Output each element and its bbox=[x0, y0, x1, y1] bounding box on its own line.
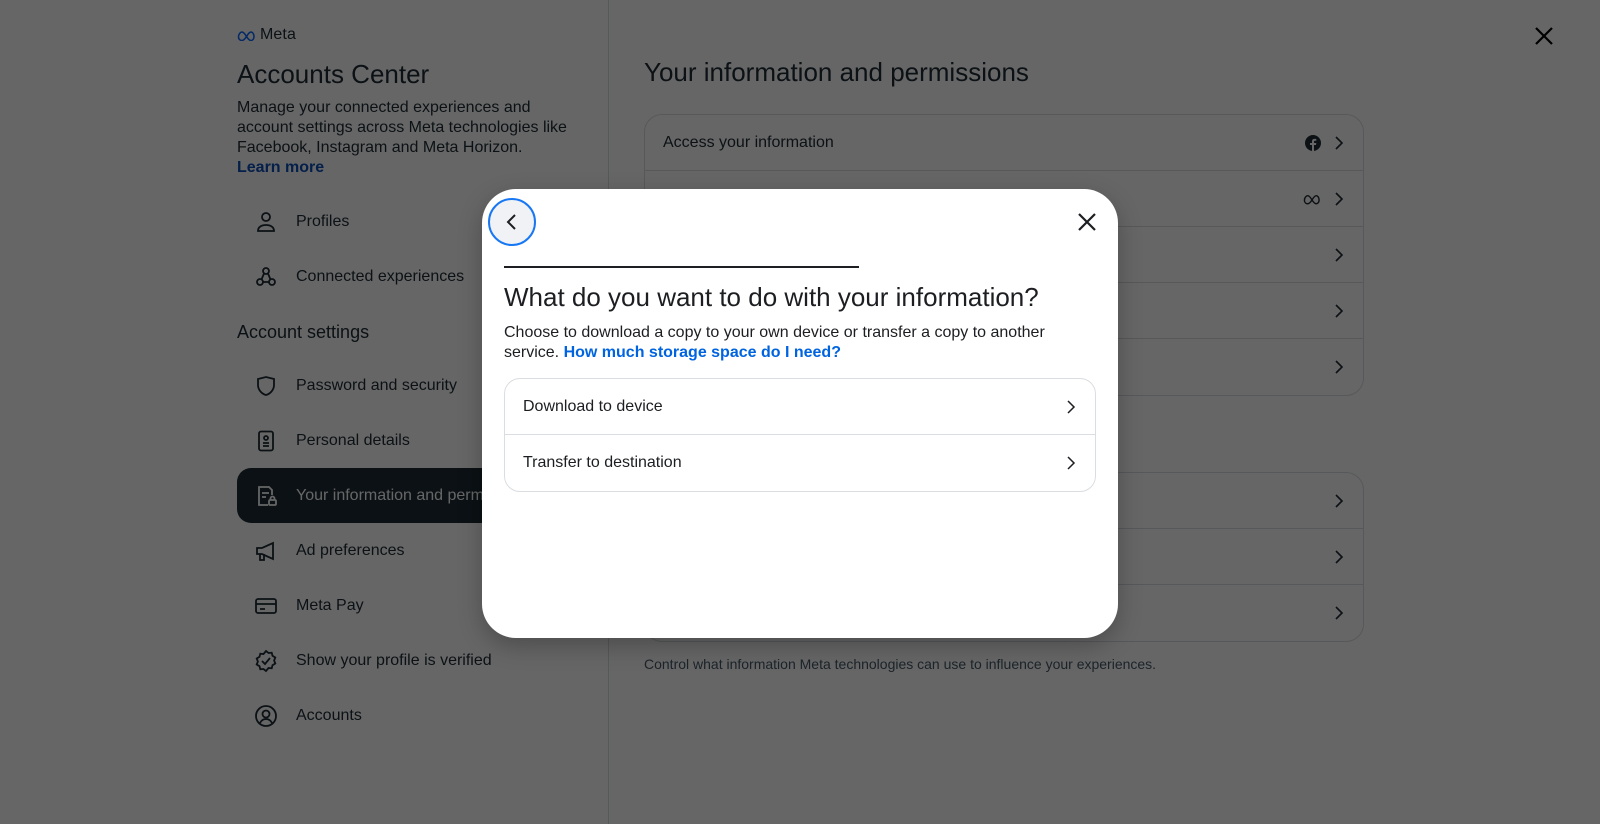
download-transfer-dialog: What do you want to do with your informa… bbox=[482, 189, 1118, 638]
back-button[interactable] bbox=[488, 198, 536, 246]
storage-help-link[interactable]: How much storage space do I need? bbox=[564, 344, 841, 361]
chevron-right-icon bbox=[1067, 399, 1076, 414]
download-to-device-option[interactable]: Download to device bbox=[505, 379, 1095, 435]
chevron-left-icon bbox=[506, 214, 516, 230]
progress-bar bbox=[504, 266, 860, 268]
transfer-to-destination-option[interactable]: Transfer to destination bbox=[505, 435, 1095, 491]
options-list: Download to device Transfer to destinati… bbox=[504, 378, 1096, 492]
option-label: Download to device bbox=[523, 397, 663, 415]
dialog-title: What do you want to do with your informa… bbox=[504, 282, 1039, 312]
option-label: Transfer to destination bbox=[523, 454, 682, 471]
dialog-description: Choose to download a copy to your own de… bbox=[504, 323, 1096, 363]
close-icon[interactable] bbox=[1076, 211, 1098, 233]
chevron-right-icon bbox=[1067, 456, 1076, 470]
